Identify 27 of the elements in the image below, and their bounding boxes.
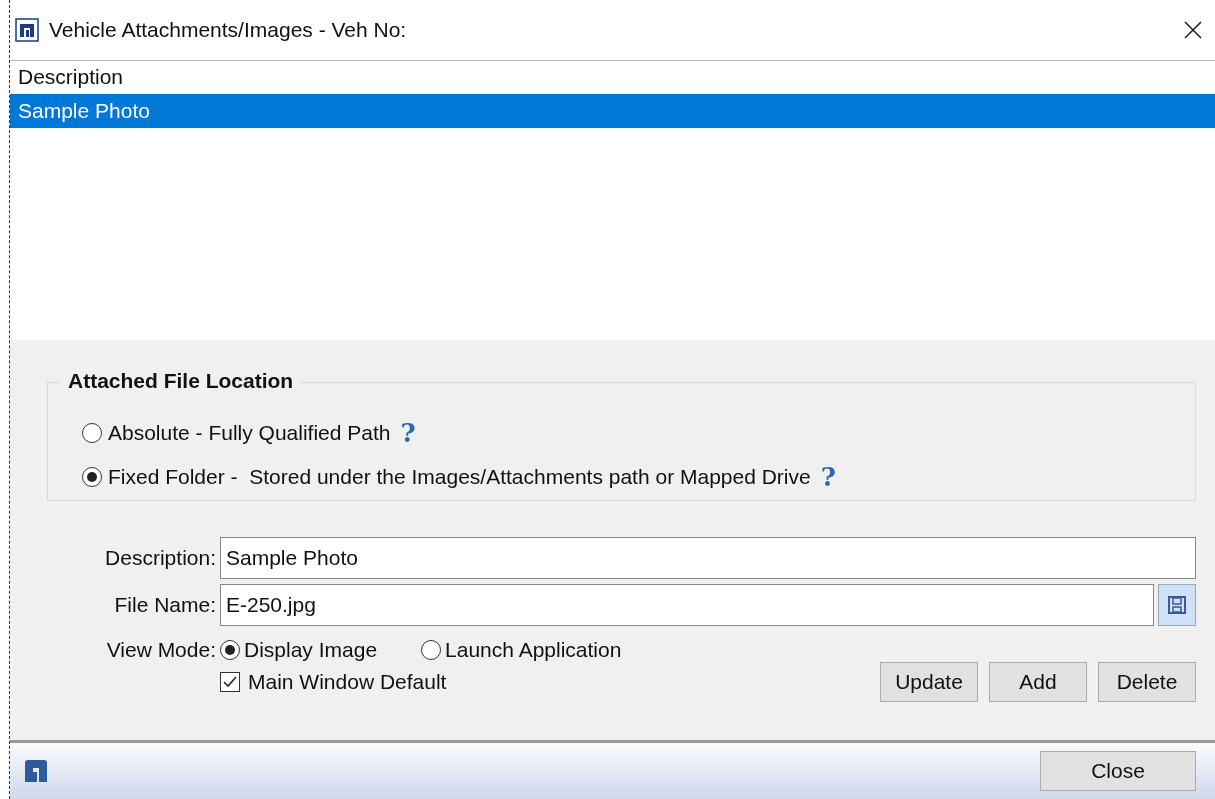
field-label: File Name:: [113, 593, 216, 617]
action-button[interactable]: Delete: [1098, 662, 1196, 702]
app-logo-icon: [24, 759, 48, 783]
help-link[interactable]: ?: [400, 418, 416, 448]
checkbox-label: Main Window Default: [248, 670, 447, 694]
radio-button[interactable]: [220, 640, 240, 660]
radio-button[interactable]: [82, 423, 102, 443]
field-label: View Mode:: [105, 638, 216, 662]
option-label: Fixed Folder - Stored under the Images/Attachments path or Mapped Drive: [108, 465, 811, 489]
action-button[interactable]: Add: [989, 662, 1087, 702]
option-label: Launch Application: [445, 638, 622, 662]
checkbox[interactable]: [220, 672, 240, 692]
list-row[interactable]: Sample Photo: [10, 94, 1215, 128]
action-button[interactable]: Update: [880, 662, 978, 702]
description-field[interactable]: Sample Photo: [220, 537, 1196, 579]
window-title: Vehicle Attachments/Images - Veh No:: [49, 18, 408, 42]
file-name-field[interactable]: E-250.jpg: [220, 584, 1154, 626]
close-button[interactable]: Close: [1040, 751, 1196, 791]
radio-button[interactable]: [82, 467, 102, 487]
option-label: Absolute - Fully Qualified Path: [108, 421, 391, 445]
radio-button[interactable]: [421, 640, 442, 660]
app-logo-icon: [15, 18, 39, 42]
browse-button[interactable]: [1158, 584, 1196, 626]
help-link[interactable]: ?: [820, 462, 836, 492]
close-icon[interactable]: [1183, 20, 1203, 40]
option-label: Display Image: [244, 638, 378, 662]
field-label: Description:: [104, 546, 216, 570]
